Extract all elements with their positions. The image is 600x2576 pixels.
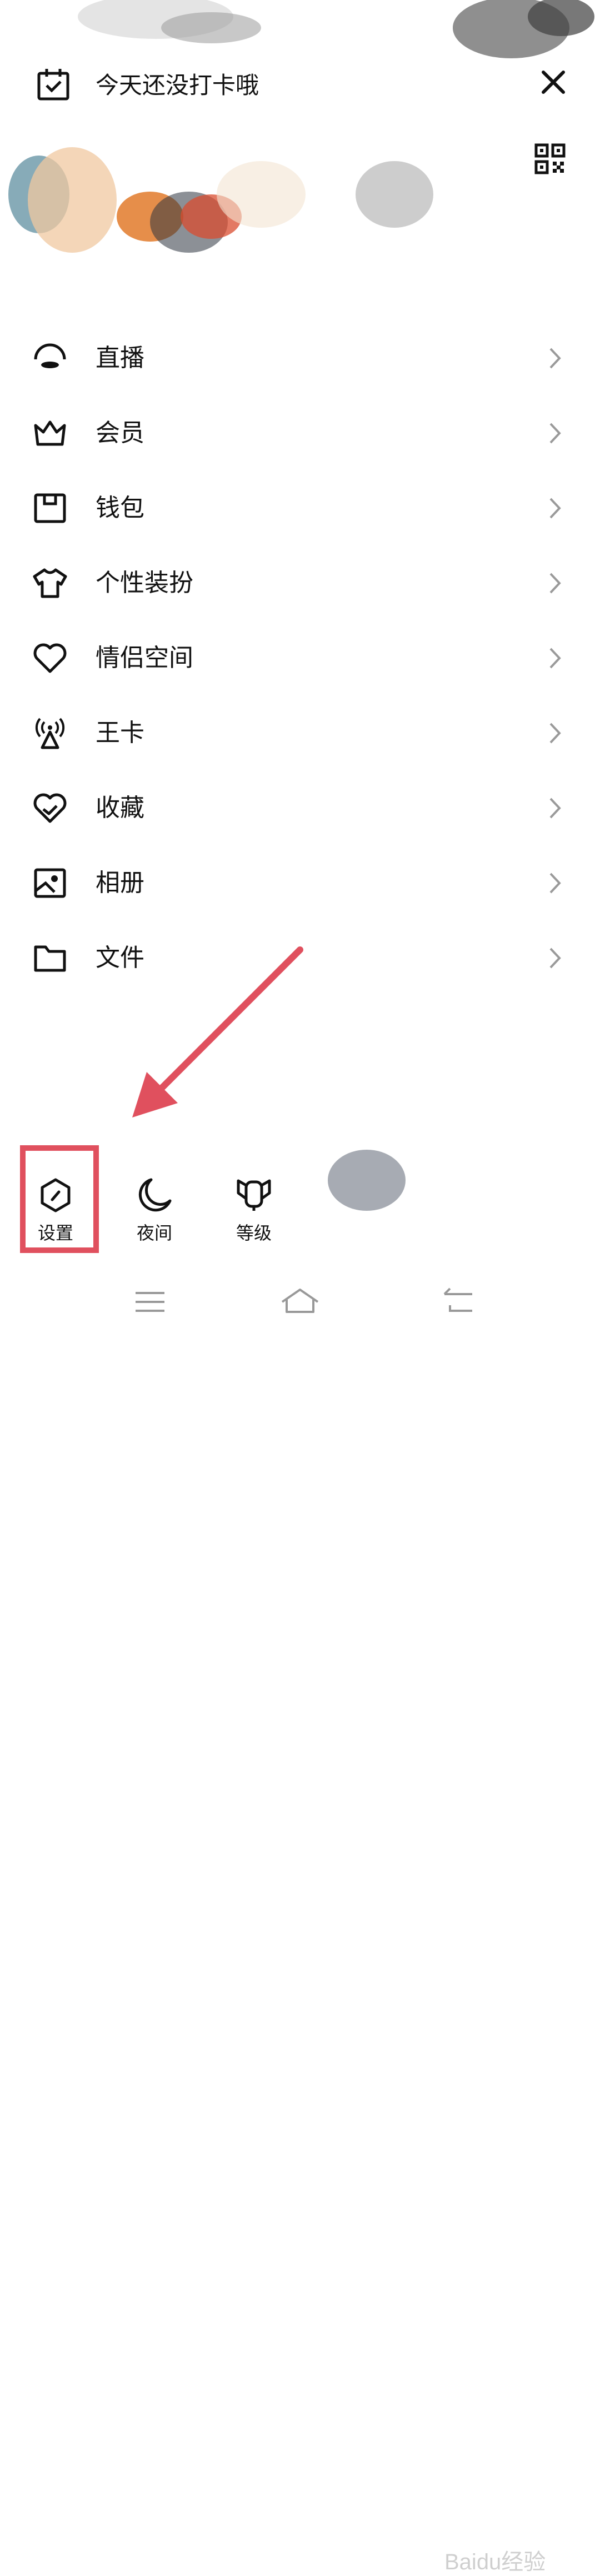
- folder-icon: [32, 940, 68, 976]
- qr-code-icon[interactable]: [534, 143, 566, 174]
- favorite-heart-icon: [32, 790, 68, 826]
- back-nav-icon[interactable]: [439, 1283, 483, 1322]
- level-button[interactable]: 等级: [212, 1144, 296, 1244]
- menu-item-vip[interactable]: 会员: [0, 395, 600, 470]
- menu-item-couple-space[interactable]: 情侣空间: [0, 620, 600, 695]
- level-label: 等级: [236, 1223, 272, 1243]
- menu-item-label: 相册: [96, 869, 144, 896]
- menu-item-label: 收藏: [96, 794, 144, 821]
- annotation-arrow: [132, 946, 303, 1117]
- menu-item-album[interactable]: 相册: [0, 845, 600, 920]
- menu-item-favorites[interactable]: 收藏: [0, 770, 600, 845]
- chevron-right-icon: [548, 796, 562, 820]
- menu-item-personalize[interactable]: 个性装扮: [0, 545, 600, 620]
- menu-item-king-card[interactable]: 王卡: [0, 695, 600, 770]
- tshirt-icon: [32, 565, 68, 601]
- blurred-avatar-art: [8, 147, 433, 253]
- chevron-right-icon: [548, 346, 562, 370]
- close-icon[interactable]: [537, 66, 570, 99]
- heart-icon: [32, 640, 68, 676]
- system-nav-bar: Baidu经验: [0, 1272, 600, 2574]
- checkin-bar: 今天还没打卡哦: [0, 50, 600, 117]
- night-mode-button[interactable]: 夜间: [113, 1144, 196, 1244]
- menu-item-label: 情侣空间: [96, 644, 193, 671]
- chevron-right-icon: [548, 946, 562, 970]
- crown-icon: [32, 415, 68, 451]
- menu-item-label: 钱包: [96, 494, 144, 522]
- menu-item-label: 王卡: [96, 719, 144, 746]
- menu-nav-icon[interactable]: [128, 1283, 172, 1322]
- moon-icon: [136, 1176, 173, 1214]
- annotation-highlight-box: [20, 1145, 99, 1253]
- chevron-right-icon: [548, 421, 562, 445]
- menu-item-label: 个性装扮: [96, 569, 193, 597]
- chevron-right-icon: [548, 571, 562, 595]
- menu-item-label: 直播: [96, 344, 144, 372]
- checkin-text[interactable]: 今天还没打卡哦: [96, 70, 259, 101]
- level-trophy-icon: [235, 1176, 273, 1214]
- chevron-right-icon: [548, 721, 562, 745]
- menu-item-wallet[interactable]: 钱包: [0, 470, 600, 545]
- chevron-right-icon: [548, 646, 562, 670]
- menu-list: 直播 会员 钱包 个性装扮 情侣空间 王卡 收藏 相册 文件: [0, 320, 600, 995]
- baidu-watermark: Baidu经验: [444, 2550, 546, 2574]
- live-icon: [32, 340, 68, 376]
- menu-item-live[interactable]: 直播: [0, 320, 600, 395]
- night-mode-label: 夜间: [136, 1223, 172, 1243]
- signal-tower-icon: [32, 715, 68, 751]
- chevron-right-icon: [548, 496, 562, 520]
- home-nav-icon[interactable]: [278, 1283, 322, 1322]
- photo-album-icon: [32, 865, 68, 901]
- chevron-right-icon: [548, 871, 562, 895]
- wallet-icon: [32, 490, 68, 526]
- blurred-header-art: [78, 0, 261, 43]
- menu-item-label: 会员: [96, 419, 144, 447]
- calendar-check-icon[interactable]: [37, 68, 70, 101]
